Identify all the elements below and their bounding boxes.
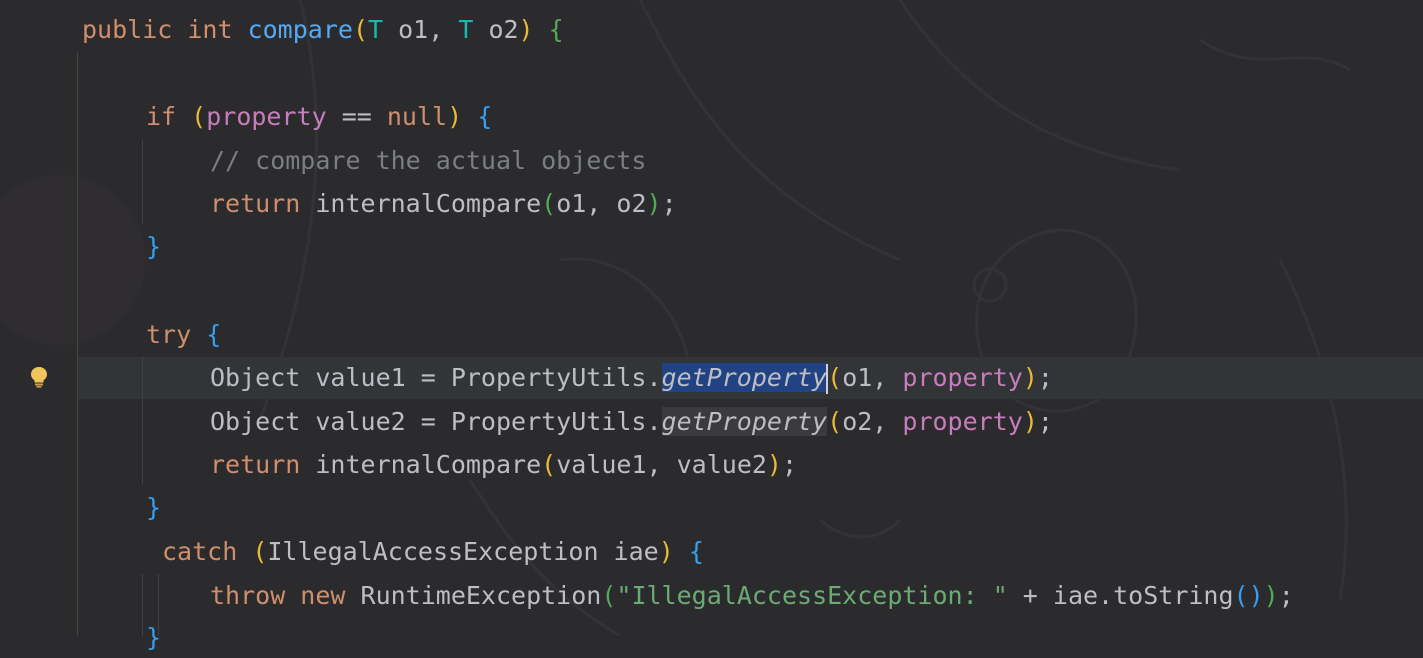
code-line-if[interactable]: if (property == null) { [146,97,492,137]
code-line-try-close[interactable]: } [146,488,161,528]
code-line-return-objects[interactable]: return internalCompare(o1, o2); [210,184,677,224]
selected-method-getproperty[interactable]: getProperty [661,363,828,392]
indent-guide [142,356,143,484]
code-line-try[interactable]: try { [146,315,221,355]
usage-highlight-getproperty[interactable]: getProperty [661,407,828,436]
lightbulb-icon[interactable] [29,366,49,388]
code-line-throw[interactable]: throw new RuntimeException("IllegalAcces… [210,576,1294,616]
code-line-return-values[interactable]: return internalCompare(value1, value2); [210,445,797,485]
editor-gutter [0,0,78,636]
method-name[interactable]: compare [248,15,353,44]
code-line-catch[interactable]: catch (IllegalAccessException iae) { [162,532,704,572]
indent-guide [77,52,78,636]
code-line-value1[interactable]: Object value1 = PropertyUtils.getPropert… [210,358,1053,398]
code-line-if-close[interactable]: } [146,227,161,267]
indent-guide [142,574,143,636]
code-line-value2[interactable]: Object value2 = PropertyUtils.getPropert… [210,402,1053,442]
indent-guide [142,140,143,224]
code-line-method-signature[interactable]: public int compare(T o1, T o2) { [82,10,564,50]
code-line-catch-close[interactable]: } [146,618,161,658]
code-line-comment[interactable]: // compare the actual objects [210,141,647,181]
